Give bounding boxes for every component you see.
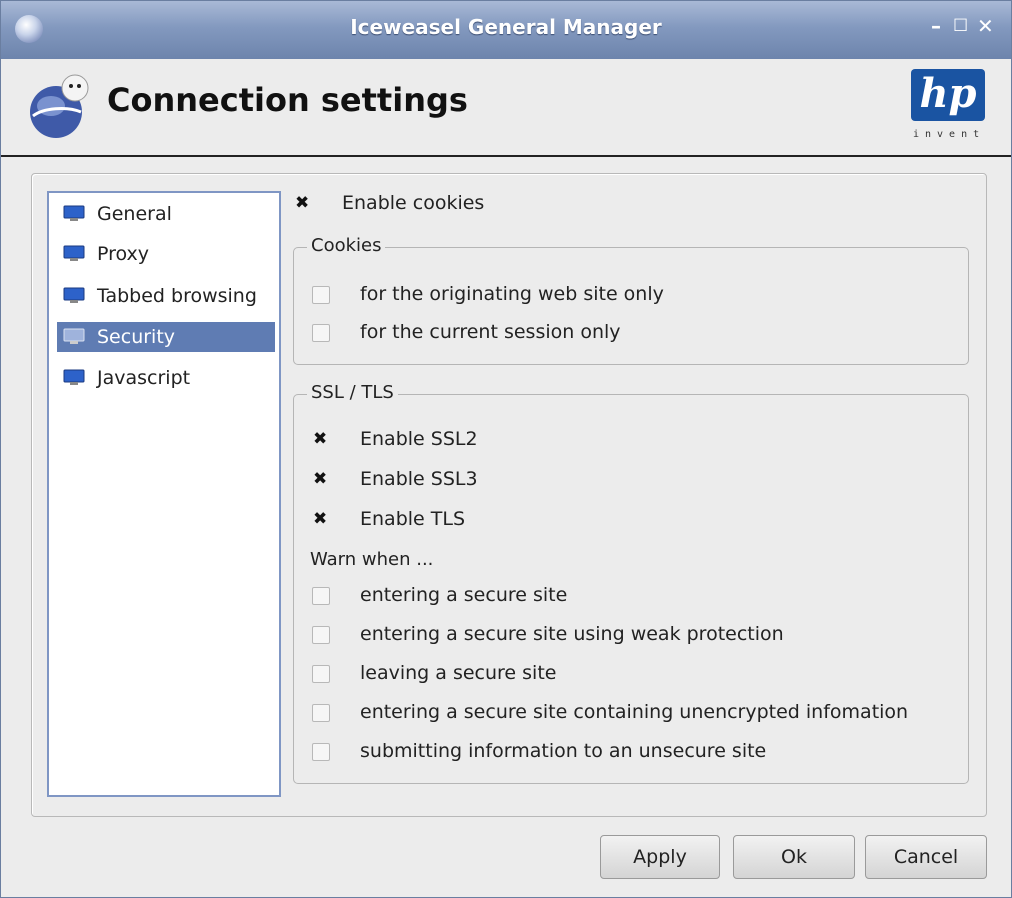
warn-leaving-secure-label: leaving a secure site	[360, 662, 557, 684]
monitor-icon	[63, 205, 85, 221]
enable-cookies-label: Enable cookies	[342, 192, 485, 214]
ok-button[interactable]: Ok	[733, 835, 855, 879]
originating-site-checkbox[interactable]	[312, 286, 330, 304]
header: Connection settings hp invent	[1, 59, 1011, 157]
minimize-icon[interactable]: –	[931, 14, 941, 38]
enable-ssl2-checkbox[interactable]	[312, 429, 330, 449]
sidebar-item-security[interactable]: Security	[57, 322, 275, 352]
sidebar-item-general[interactable]: General	[57, 199, 275, 229]
originating-site-label: for the originating web site only	[360, 283, 664, 305]
window-title: Iceweasel General Manager	[350, 15, 662, 39]
page-title: Connection settings	[107, 81, 468, 119]
enable-ssl3-label: Enable SSL3	[360, 468, 478, 490]
warn-entering-secure-checkbox[interactable]	[312, 587, 330, 605]
sidebar-item-javascript[interactable]: Javascript	[57, 363, 275, 393]
warn-when-label: Warn when ...	[310, 549, 434, 570]
enable-ssl2-label: Enable SSL2	[360, 428, 478, 450]
monitor-icon	[63, 328, 85, 344]
sidebar-item-label: General	[97, 203, 172, 225]
maximize-icon[interactable]: ☐	[953, 16, 968, 36]
enable-tls-label: Enable TLS	[360, 508, 466, 530]
apply-button[interactable]: Apply	[600, 835, 720, 879]
hp-logo-letters: hp	[919, 70, 977, 117]
hp-tagline: invent	[913, 129, 986, 140]
warn-weak-protection-label: entering a secure site using weak protec…	[360, 623, 784, 645]
enable-cookies-checkbox[interactable]	[294, 193, 312, 213]
warn-weak-protection-checkbox[interactable]	[312, 626, 330, 644]
sidebar-item-label: Security	[97, 326, 176, 348]
sidebar-item-proxy[interactable]: Proxy	[57, 239, 275, 269]
iceweasel-logo	[30, 74, 89, 138]
hp-logo: hp invent	[899, 69, 995, 149]
current-session-label: for the current session only	[360, 321, 621, 343]
title-bar[interactable]: Iceweasel General Manager – ☐ ✕	[1, 1, 1011, 59]
close-icon[interactable]: ✕	[977, 14, 994, 38]
category-list[interactable]: General Proxy Tabbed browsing Security J…	[47, 191, 281, 797]
current-session-checkbox[interactable]	[312, 324, 330, 342]
enable-ssl3-checkbox[interactable]	[312, 469, 330, 489]
warn-entering-secure-label: entering a secure site	[360, 584, 568, 606]
warn-unencrypted-info-checkbox[interactable]	[312, 704, 330, 722]
settings-window: Iceweasel General Manager – ☐ ✕ Connecti…	[0, 0, 1012, 898]
cancel-button[interactable]: Cancel	[865, 835, 987, 879]
cookies-group-legend: Cookies	[307, 235, 386, 256]
monitor-icon	[63, 287, 85, 303]
warn-leaving-secure-checkbox[interactable]	[312, 665, 330, 683]
warn-unencrypted-info-label: entering a secure site containing unencr…	[360, 701, 909, 723]
monitor-icon	[63, 245, 85, 261]
cookies-group	[293, 247, 969, 365]
sidebar-item-label: Tabbed browsing	[97, 285, 257, 307]
enable-tls-checkbox[interactable]	[312, 509, 330, 529]
warn-unsecure-submit-checkbox[interactable]	[312, 743, 330, 761]
sidebar-item-label: Proxy	[97, 243, 150, 265]
sidebar-item-tabbed-browsing[interactable]: Tabbed browsing	[57, 281, 275, 311]
ssl-tls-group-legend: SSL / TLS	[307, 382, 398, 403]
monitor-icon	[63, 369, 85, 385]
sidebar-item-label: Javascript	[97, 367, 191, 389]
warn-unsecure-submit-label: submitting information to an unsecure si…	[360, 740, 767, 762]
